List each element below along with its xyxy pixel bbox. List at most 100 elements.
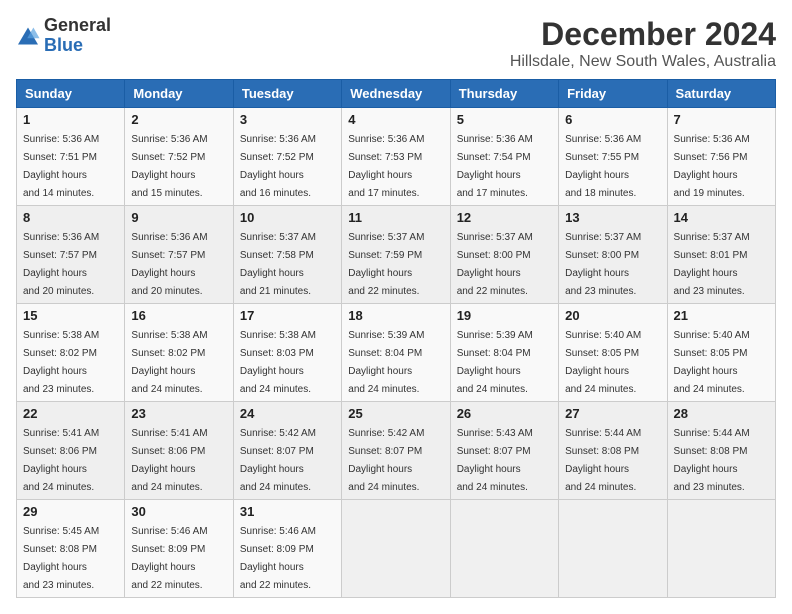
calendar-cell [342,500,450,598]
weekday-tuesday: Tuesday [233,80,341,108]
calendar-cell: 1 Sunrise: 5:36 AMSunset: 7:51 PMDayligh… [17,108,125,206]
calendar-cell: 14 Sunrise: 5:37 AMSunset: 8:01 PMDaylig… [667,206,775,304]
logo-icon [16,26,40,46]
day-number: 21 [674,308,769,323]
day-number: 10 [240,210,335,225]
day-number: 27 [565,406,660,421]
calendar-week-1: 1 Sunrise: 5:36 AMSunset: 7:51 PMDayligh… [17,108,776,206]
calendar-cell: 31 Sunrise: 5:46 AMSunset: 8:09 PMDaylig… [233,500,341,598]
calendar-week-3: 15 Sunrise: 5:38 AMSunset: 8:02 PMDaylig… [17,304,776,402]
calendar-cell: 12 Sunrise: 5:37 AMSunset: 8:00 PMDaylig… [450,206,558,304]
header: General Blue December 2024 Hillsdale, Ne… [16,16,776,71]
calendar-cell: 28 Sunrise: 5:44 AMSunset: 8:08 PMDaylig… [667,402,775,500]
weekday-monday: Monday [125,80,233,108]
calendar-cell: 3 Sunrise: 5:36 AMSunset: 7:52 PMDayligh… [233,108,341,206]
day-number: 4 [348,112,443,127]
day-number: 3 [240,112,335,127]
day-info: Sunrise: 5:38 AMSunset: 8:03 PMDaylight … [240,330,316,395]
calendar-cell: 16 Sunrise: 5:38 AMSunset: 8:02 PMDaylig… [125,304,233,402]
weekday-friday: Friday [559,80,667,108]
calendar-cell: 5 Sunrise: 5:36 AMSunset: 7:54 PMDayligh… [450,108,558,206]
location-title: Hillsdale, New South Wales, Australia [510,53,776,71]
calendar-cell: 18 Sunrise: 5:39 AMSunset: 8:04 PMDaylig… [342,304,450,402]
day-info: Sunrise: 5:36 AMSunset: 7:56 PMDaylight … [674,134,750,199]
day-number: 26 [457,406,552,421]
day-info: Sunrise: 5:37 AMSunset: 8:01 PMDaylight … [674,232,750,297]
day-number: 20 [565,308,660,323]
logo: General Blue [16,16,111,56]
day-info: Sunrise: 5:36 AMSunset: 7:52 PMDaylight … [240,134,316,199]
day-info: Sunrise: 5:36 AMSunset: 7:53 PMDaylight … [348,134,424,199]
calendar-cell: 30 Sunrise: 5:46 AMSunset: 8:09 PMDaylig… [125,500,233,598]
day-number: 8 [23,210,118,225]
calendar-week-4: 22 Sunrise: 5:41 AMSunset: 8:06 PMDaylig… [17,402,776,500]
day-number: 28 [674,406,769,421]
day-number: 18 [348,308,443,323]
day-number: 6 [565,112,660,127]
day-info: Sunrise: 5:37 AMSunset: 8:00 PMDaylight … [457,232,533,297]
day-info: Sunrise: 5:40 AMSunset: 8:05 PMDaylight … [674,330,750,395]
day-info: Sunrise: 5:36 AMSunset: 7:54 PMDaylight … [457,134,533,199]
day-number: 25 [348,406,443,421]
day-number: 11 [348,210,443,225]
day-info: Sunrise: 5:36 AMSunset: 7:52 PMDaylight … [131,134,207,199]
day-number: 5 [457,112,552,127]
calendar-cell: 7 Sunrise: 5:36 AMSunset: 7:56 PMDayligh… [667,108,775,206]
calendar-cell: 13 Sunrise: 5:37 AMSunset: 8:00 PMDaylig… [559,206,667,304]
calendar-cell: 2 Sunrise: 5:36 AMSunset: 7:52 PMDayligh… [125,108,233,206]
calendar-cell: 23 Sunrise: 5:41 AMSunset: 8:06 PMDaylig… [125,402,233,500]
day-number: 29 [23,504,118,519]
day-info: Sunrise: 5:39 AMSunset: 8:04 PMDaylight … [348,330,424,395]
day-number: 16 [131,308,226,323]
calendar-cell: 10 Sunrise: 5:37 AMSunset: 7:58 PMDaylig… [233,206,341,304]
calendar-body: 1 Sunrise: 5:36 AMSunset: 7:51 PMDayligh… [17,108,776,598]
day-info: Sunrise: 5:37 AMSunset: 7:58 PMDaylight … [240,232,316,297]
calendar-cell: 8 Sunrise: 5:36 AMSunset: 7:57 PMDayligh… [17,206,125,304]
weekday-wednesday: Wednesday [342,80,450,108]
calendar-cell: 21 Sunrise: 5:40 AMSunset: 8:05 PMDaylig… [667,304,775,402]
day-info: Sunrise: 5:43 AMSunset: 8:07 PMDaylight … [457,428,533,493]
calendar-cell [667,500,775,598]
calendar-cell: 6 Sunrise: 5:36 AMSunset: 7:55 PMDayligh… [559,108,667,206]
weekday-saturday: Saturday [667,80,775,108]
day-number: 7 [674,112,769,127]
logo-blue: Blue [44,35,83,55]
day-number: 30 [131,504,226,519]
day-number: 19 [457,308,552,323]
day-info: Sunrise: 5:42 AMSunset: 8:07 PMDaylight … [240,428,316,493]
day-number: 15 [23,308,118,323]
calendar-cell: 17 Sunrise: 5:38 AMSunset: 8:03 PMDaylig… [233,304,341,402]
day-info: Sunrise: 5:42 AMSunset: 8:07 PMDaylight … [348,428,424,493]
day-info: Sunrise: 5:41 AMSunset: 8:06 PMDaylight … [131,428,207,493]
day-info: Sunrise: 5:39 AMSunset: 8:04 PMDaylight … [457,330,533,395]
calendar-cell: 11 Sunrise: 5:37 AMSunset: 7:59 PMDaylig… [342,206,450,304]
calendar-cell: 24 Sunrise: 5:42 AMSunset: 8:07 PMDaylig… [233,402,341,500]
day-number: 1 [23,112,118,127]
calendar-table: SundayMondayTuesdayWednesdayThursdayFrid… [16,79,776,598]
calendar-cell: 9 Sunrise: 5:36 AMSunset: 7:57 PMDayligh… [125,206,233,304]
day-number: 22 [23,406,118,421]
day-info: Sunrise: 5:45 AMSunset: 8:08 PMDaylight … [23,526,99,591]
calendar-cell: 25 Sunrise: 5:42 AMSunset: 8:07 PMDaylig… [342,402,450,500]
day-info: Sunrise: 5:36 AMSunset: 7:57 PMDaylight … [131,232,207,297]
month-title: December 2024 [510,16,776,53]
day-info: Sunrise: 5:40 AMSunset: 8:05 PMDaylight … [565,330,641,395]
day-info: Sunrise: 5:36 AMSunset: 7:51 PMDaylight … [23,134,99,199]
day-info: Sunrise: 5:38 AMSunset: 8:02 PMDaylight … [131,330,207,395]
calendar-week-5: 29 Sunrise: 5:45 AMSunset: 8:08 PMDaylig… [17,500,776,598]
day-number: 31 [240,504,335,519]
day-number: 23 [131,406,226,421]
weekday-thursday: Thursday [450,80,558,108]
logo-general: General [44,15,111,35]
day-info: Sunrise: 5:36 AMSunset: 7:55 PMDaylight … [565,134,641,199]
day-number: 12 [457,210,552,225]
day-number: 2 [131,112,226,127]
day-info: Sunrise: 5:46 AMSunset: 8:09 PMDaylight … [240,526,316,591]
calendar-cell [450,500,558,598]
calendar-week-2: 8 Sunrise: 5:36 AMSunset: 7:57 PMDayligh… [17,206,776,304]
weekday-header: SundayMondayTuesdayWednesdayThursdayFrid… [17,80,776,108]
calendar-cell: 26 Sunrise: 5:43 AMSunset: 8:07 PMDaylig… [450,402,558,500]
calendar-cell: 27 Sunrise: 5:44 AMSunset: 8:08 PMDaylig… [559,402,667,500]
day-number: 17 [240,308,335,323]
day-number: 24 [240,406,335,421]
